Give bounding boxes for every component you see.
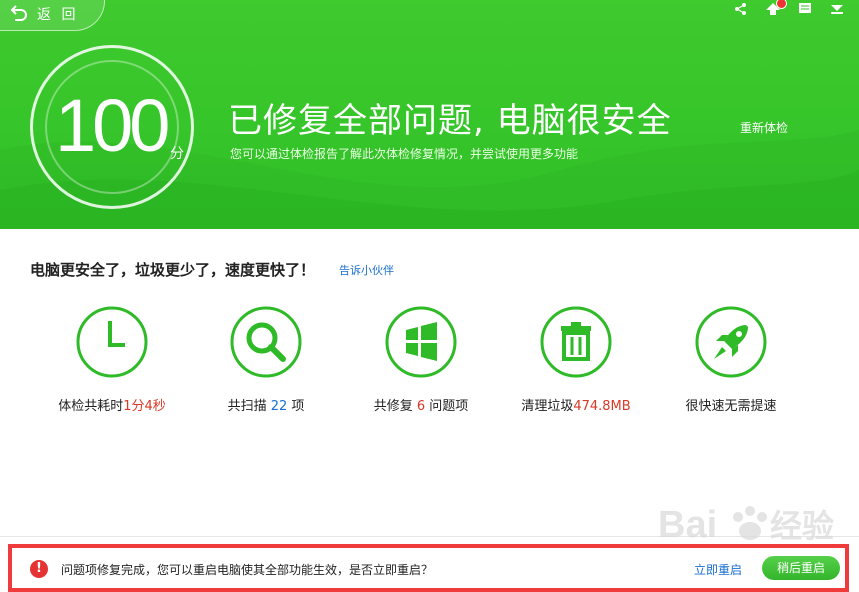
baidu-watermark-logo: Bai 经验 <box>658 504 834 546</box>
stat-scanned-label: 共扫描 22 项 <box>227 399 305 414</box>
stat-speed: 很快速无需提速 <box>661 305 801 414</box>
feedback-icon[interactable] <box>797 0 813 13</box>
score-unit: 分 <box>170 146 184 162</box>
stat-repaired: 共修复 6 问题项 <box>351 305 491 414</box>
stat-duration: 体检共耗时1分4秒 <box>42 305 182 414</box>
back-arrow-icon <box>10 5 27 21</box>
svg-text:经验: 经验 <box>770 508 834 544</box>
warning-icon: ! <box>30 560 48 578</box>
windows-icon <box>385 306 457 378</box>
stat-scanned: 共扫描 22 项 <box>196 305 336 414</box>
rocket-icon <box>695 306 767 378</box>
share-with-friends-link[interactable]: 告诉小伙伴 <box>339 262 394 278</box>
recheck-link[interactable]: 重新体检 <box>740 119 788 136</box>
notification-badge <box>776 0 787 9</box>
result-header: 返 回 100 分 已修复全部问题, 电脑很安全 您可以通过体检报告了解此次体检… <box>0 0 859 229</box>
back-button[interactable]: 返 回 <box>0 0 105 31</box>
share-icon[interactable] <box>733 0 749 15</box>
stat-cleaned: 清理垃圾474.8MB <box>506 305 646 414</box>
restart-now-link[interactable]: 立即重启 <box>694 561 742 578</box>
magnifier-icon <box>230 306 302 378</box>
score-ring: 100 分 <box>30 45 194 209</box>
stat-speed-label: 很快速无需提速 <box>685 399 777 414</box>
restart-notice-text: 问题项修复完成，您可以重启电脑使其全部功能生效，是否立即重启？ <box>61 563 434 577</box>
trash-icon <box>540 306 612 378</box>
result-headline: 已修复全部问题, 电脑很安全 <box>228 101 672 141</box>
stat-duration-label: 体检共耗时1分4秒 <box>58 399 166 414</box>
summary-title: 电脑更安全了，垃圾更少了，速度更快了！ <box>30 261 316 279</box>
restart-notice-bar: ! 问题项修复完成，您可以重启电脑使其全部功能生效，是否立即重启？ 立即重启 稍… <box>8 544 849 592</box>
window-toolbar <box>733 0 845 15</box>
stat-repaired-label: 共修复 6 问题项 <box>373 399 469 414</box>
result-subline: 您可以通过体检报告了解此次体检修复情况，并尝试使用更多功能 <box>230 147 579 161</box>
restart-later-button[interactable]: 稍后重启 <box>762 556 840 580</box>
menu-dropdown-icon[interactable] <box>829 0 845 14</box>
upgrade-icon[interactable] <box>765 0 787 15</box>
stat-cleaned-label: 清理垃圾474.8MB <box>521 399 631 414</box>
svg-text:Bai: Bai <box>658 504 717 546</box>
score-value: 100 <box>55 84 170 167</box>
back-label: 返 回 <box>37 7 79 23</box>
clock-icon <box>76 306 148 378</box>
